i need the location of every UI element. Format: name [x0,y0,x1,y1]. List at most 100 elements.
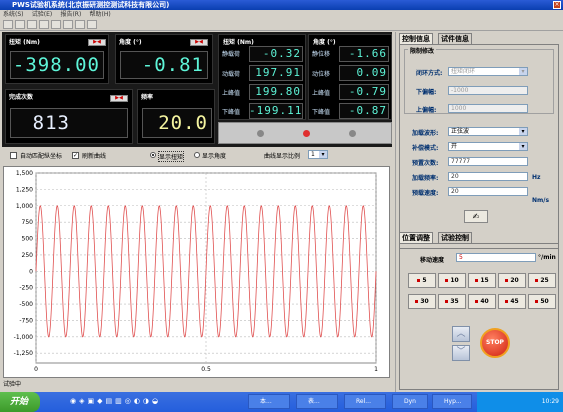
tab-position-adjust[interactable]: 位置调整 [399,232,433,243]
speed-button-5[interactable]: 5 [408,273,436,288]
auto-match-checkbox[interactable] [10,152,17,159]
print-icon[interactable] [39,20,49,29]
wave-label: 加载波形: [412,130,439,137]
loop-mode-select[interactable]: 扭矩闭环 [448,67,528,76]
y-tick-label: 500 [22,236,34,243]
move-speed-input[interactable]: 5 [456,253,536,262]
window-title: PWS试验机系统(北京振研测控测试科技有限公司) [0,0,563,10]
torque-panel: 扭矩 (Nm) ▶◀ -398.00 [5,34,109,84]
angle-reset-button[interactable]: ▶◀ [190,39,208,46]
lower-bias-input[interactable]: -1000 [448,86,528,95]
upper-bias-input[interactable]: 1000 [448,104,528,113]
speed-button-25[interactable]: 25 [528,273,556,288]
static-load-label: 静载荷 [222,51,241,58]
tab-test-control[interactable]: 试验控制 [438,232,472,243]
chart-icon[interactable] [63,20,73,29]
move-down-button[interactable]: ﹀ [452,345,470,361]
frequency-value: 20.0 [158,112,208,134]
taskbar: 开始 ◉◈▣◆▤▥◎◐◑◒ 本... 表... Rel... Dyn Hyp..… [0,392,563,412]
status-text: 试验中 [3,381,22,388]
help-icon[interactable] [87,20,97,29]
torque-upper-peak-value: 199.80 [255,85,301,98]
speed-button-45[interactable]: 45 [498,294,526,309]
angle-label: 角度 (°) [119,39,142,46]
task-button-2[interactable]: 表... [296,394,338,409]
dynamic-load-value: 197.91 [255,66,301,79]
y-tick-label: 250 [22,252,34,259]
move-up-button[interactable]: ︿ [452,326,470,342]
task-button-3[interactable]: Rel... [344,394,386,409]
speed-button-40[interactable]: 40 [468,294,496,309]
clock: 10:29 [541,398,559,405]
comp-mode-label: 补偿模式: [412,145,439,152]
show-torque-radio[interactable] [150,152,156,158]
task-button-1[interactable]: 本... [248,394,290,409]
y-tick-label: -750 [19,317,33,324]
menu-report[interactable]: 报告(R) [57,10,84,19]
lower-bias-label: 下偏幅: [416,89,437,96]
menu-help[interactable]: 帮助(H) [87,10,114,19]
indicator-light-2 [303,130,310,137]
torque-lower-peak-label: 下峰值 [222,109,241,116]
open-icon[interactable] [15,20,25,29]
settings-icon[interactable] [51,20,61,29]
chevron-up-icon: ︿ [456,329,466,339]
count-label: 完成次数 [9,94,34,101]
menu-bar: 系统(S) 试验(E) 报告(R) 帮助(H) [0,10,563,19]
frequency-label: 频率 [141,94,154,101]
preset-count-input[interactable]: 77777 [448,157,528,166]
angle-lower-peak-label: 下峰值 [312,109,331,116]
speed-button-30[interactable]: 30 [408,294,436,309]
torque-upper-peak-label: 上峰值 [222,90,241,97]
x-tick-label: 1 [374,366,378,373]
toolbar [0,19,563,31]
quick-launch-icons[interactable]: ◉◈▣◆▤▥◎◐◑◒ [70,397,220,407]
handshake-icon: ✍ [472,212,480,221]
count-panel: 完成次数 ▶◀ 813 [5,89,133,144]
peak-torque-label: 扭矩 (Nm) [223,39,254,46]
preload-speed-input[interactable]: 20 [448,187,528,196]
menu-test[interactable]: 试验(E) [29,10,55,19]
stop-button[interactable]: STOP [480,328,510,358]
task-button-5[interactable]: Hyp... [432,394,472,409]
tab-control-info[interactable]: 控制信息 [399,33,433,44]
scale-select[interactable]: 1 [308,150,328,159]
y-tick-label: -1,000 [14,334,34,341]
dynamic-disp-label: 动位移 [312,71,331,78]
load-freq-input[interactable]: 20 [448,172,528,181]
new-icon[interactable] [3,20,13,29]
count-reset-button[interactable]: ▶◀ [110,95,128,102]
start-button[interactable]: 开始 [0,392,40,412]
show-torque-label: 显示扭矩 [158,151,185,162]
report-icon[interactable] [75,20,85,29]
static-load-value: -0.32 [262,47,301,60]
tab-specimen-info[interactable]: 试件信息 [438,33,472,44]
refresh-label: 刷新曲线 [82,153,107,160]
close-icon[interactable]: × [553,1,561,9]
load-freq-label: 加载频率: [412,175,439,182]
speed-button-10[interactable]: 10 [438,273,466,288]
task-button-4[interactable]: Dyn [392,394,428,409]
preload-speed-unit: Nm/s [532,197,550,204]
comp-mode-select[interactable]: 开 [448,142,528,151]
speed-button-20[interactable]: 20 [498,273,526,288]
speed-button-35[interactable]: 35 [438,294,466,309]
wave-select[interactable]: 正弦波 [448,127,528,136]
peak-angle-label: 角度 (°) [313,39,336,46]
save-icon[interactable] [27,20,37,29]
speed-button-50[interactable]: 50 [528,294,556,309]
loop-mode-label: 闭环方式: [416,70,443,77]
show-angle-radio[interactable] [194,152,200,158]
dynamic-load-label: 动载荷 [222,71,241,78]
confirm-button[interactable]: ✍ [464,210,488,223]
chart-frame: 1,500 1,250 1,000 750 500 250 0 -250 -500 -750 -1,… [3,166,390,378]
speed-button-15[interactable]: 15 [468,273,496,288]
angle-lower-peak-value: -0.87 [348,104,387,117]
menu-system[interactable]: 系统(S) [0,10,27,19]
refresh-checkbox[interactable]: ✓ [72,152,79,159]
torque-reset-button[interactable]: ▶◀ [88,39,106,46]
indicator-light-1 [257,130,264,137]
preset-count-label: 预置次数: [412,160,439,167]
y-tick-label: -1,250 [14,350,34,357]
count-value: 813 [32,112,70,134]
